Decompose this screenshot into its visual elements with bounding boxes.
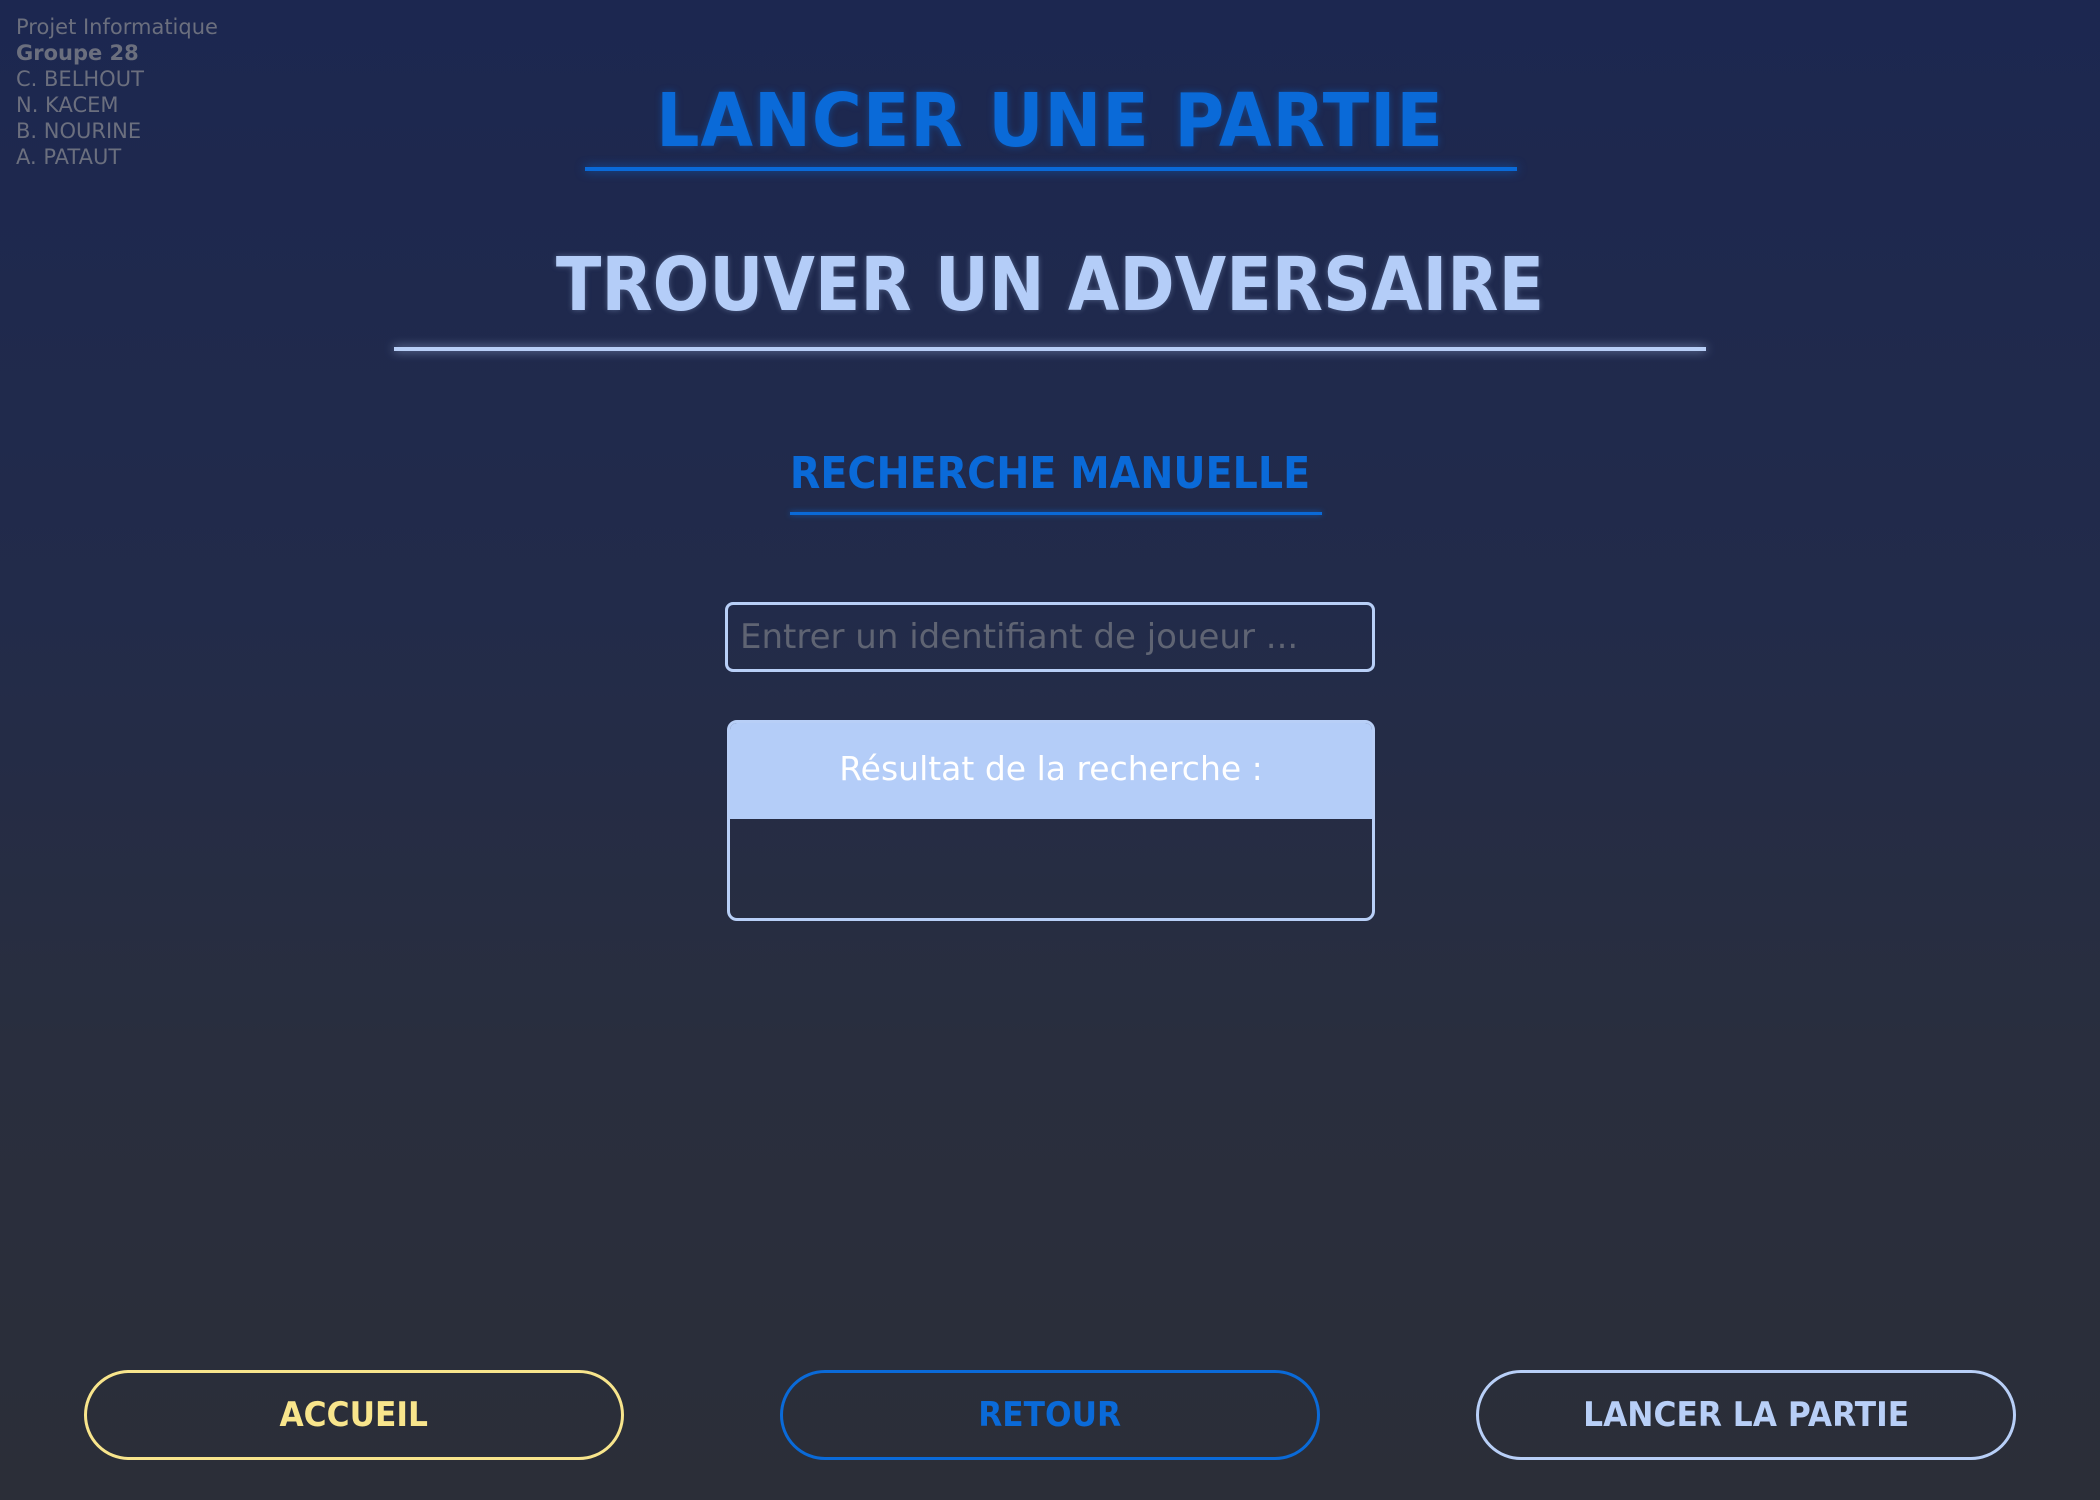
player-id-input[interactable] xyxy=(725,602,1375,672)
launch-game-button-label: LANCER LA PARTIE xyxy=(1583,1395,1909,1435)
search-results-panel: Résultat de la recherche : xyxy=(727,720,1375,921)
group-name: Groupe 28 xyxy=(16,41,139,65)
back-button[interactable]: RETOUR xyxy=(780,1370,1320,1460)
section-title: RECHERCHE MANUELLE xyxy=(789,448,1311,499)
search-results-list xyxy=(730,819,1372,918)
subtitle-underline xyxy=(394,347,1706,351)
back-button-label: RETOUR xyxy=(978,1395,1122,1435)
search-results-header: Résultat de la recherche : xyxy=(730,723,1372,819)
page-title: LANCER UNE PARTIE xyxy=(656,78,1444,164)
home-button-label: ACCUEIL xyxy=(279,1395,429,1435)
section-underline xyxy=(790,512,1322,515)
title-underline xyxy=(585,167,1517,171)
project-name: Projet Informatique xyxy=(16,15,218,39)
launch-game-button[interactable]: LANCER LA PARTIE xyxy=(1476,1370,2016,1460)
page-subtitle: TROUVER UN ADVERSAIRE xyxy=(555,242,1545,328)
home-button[interactable]: ACCUEIL xyxy=(84,1370,624,1460)
